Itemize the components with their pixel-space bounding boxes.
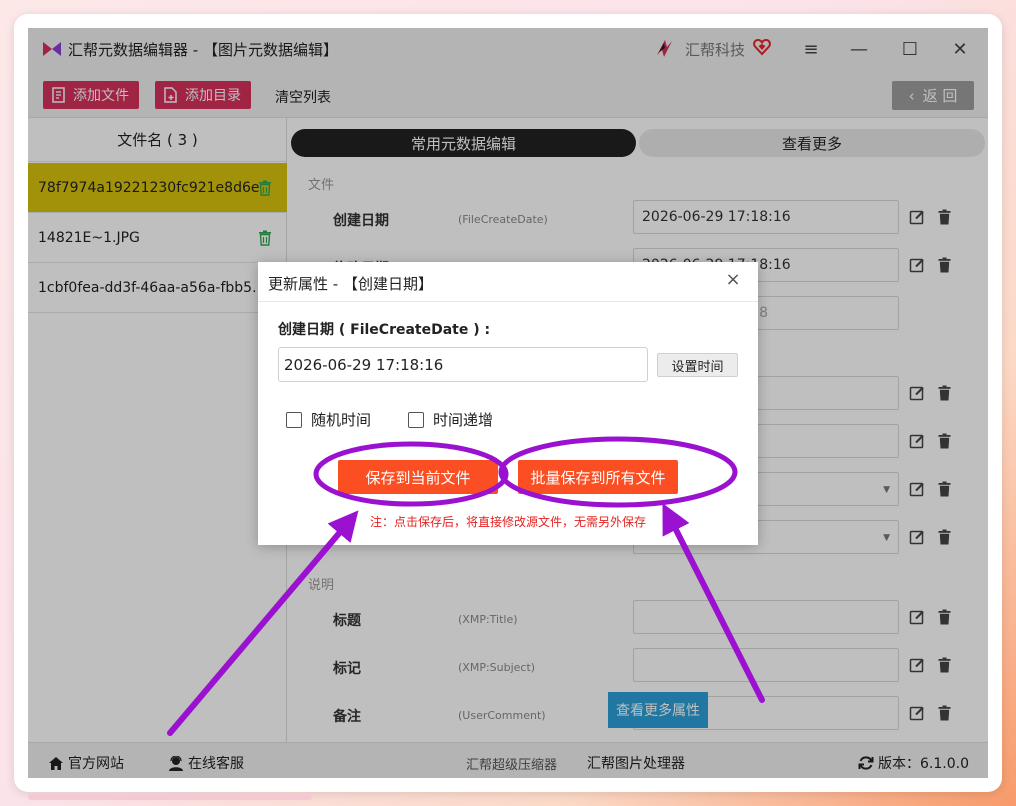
close-icon[interactable]: × [724, 271, 742, 289]
dialog-title: 更新属性 - 【创建日期】 [268, 275, 433, 293]
app-window: 汇帮元数据编辑器 - 【图片元数据编辑】 汇帮科技 ≡ — ☐ ✕ 添加文件 添… [28, 28, 988, 778]
time-increment-label: 时间递增 [433, 411, 494, 429]
checkbox-icon [408, 411, 424, 428]
random-time-checkbox[interactable]: 随机时间 [286, 409, 371, 430]
time-increment-checkbox[interactable]: 时间递增 [408, 409, 493, 430]
date-input[interactable]: 2026-06-29 17:18:16 [278, 347, 648, 382]
set-time-button[interactable]: 设置时间 [657, 353, 738, 377]
dialog-field-label: 创建日期 ( FileCreateDate ) : [278, 322, 491, 338]
save-note: 注：点击保存后，将直接修改源文件，无需另外保存 [369, 515, 646, 529]
save-current-file-button[interactable]: 保存到当前文件 [338, 460, 498, 494]
dialog-divider [258, 301, 758, 302]
checkbox-icon [286, 411, 302, 428]
random-time-label: 随机时间 [311, 411, 372, 429]
save-all-files-button[interactable]: 批量保存到所有文件 [518, 460, 678, 494]
update-property-dialog: 更新属性 - 【创建日期】 × 创建日期 ( FileCreateDate ) … [258, 262, 758, 545]
scroll-hint-strip [28, 794, 312, 800]
